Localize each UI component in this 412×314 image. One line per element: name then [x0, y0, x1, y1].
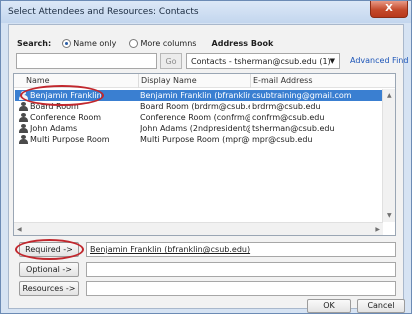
row-name: Conference Room — [30, 113, 102, 122]
address-book-value: Contacts - tsherman@csub.edu (1) — [191, 57, 331, 66]
row-email: mpr@csub.edu — [252, 135, 313, 144]
optional-field[interactable] — [86, 262, 396, 277]
column-header-name[interactable]: Name — [26, 76, 50, 85]
more-columns-radio[interactable] — [129, 39, 139, 48]
scroll-right-icon[interactable]: ▶ — [375, 226, 380, 233]
vertical-scrollbar[interactable]: ▲ ▼ — [382, 89, 395, 222]
row-name: John Adams — [30, 124, 78, 133]
person-icon — [19, 135, 28, 144]
address-book-select[interactable]: Contacts - tsherman@csub.edu (1) ▼ — [186, 53, 340, 69]
row-display-name: John Adams (2ndpresident@cs... — [140, 124, 250, 133]
advanced-find-link[interactable]: Advanced Find — [350, 56, 408, 65]
window-title: Select Attendees and Resources: Contacts — [8, 7, 199, 17]
column-header-email[interactable]: E-mail Address — [253, 76, 312, 85]
horizontal-scrollbar[interactable]: ◀ ▶ — [14, 222, 383, 235]
row-email: csubtraining@gmail.com — [252, 91, 352, 100]
row-display-name: Benjamin Franklin (bfranklin@cs... — [140, 91, 250, 100]
address-book-label: Address Book — [211, 39, 274, 48]
row-display-name: Conference Room (confrm@csu... — [140, 113, 250, 122]
resources-field[interactable] — [86, 281, 396, 296]
required-field[interactable]: Benjamin Franklin (bfranklin@csub.edu) — [86, 242, 396, 257]
go-button[interactable]: Go — [160, 53, 182, 69]
scroll-down-icon[interactable]: ▼ — [387, 212, 392, 219]
table-row[interactable]: John Adams John Adams (2ndpresident@cs..… — [15, 123, 383, 134]
row-display-name: Board Room (brdrm@csub.edu) — [140, 102, 250, 111]
optional-button[interactable]: Optional -> — [19, 262, 79, 277]
required-highlight-ring — [15, 239, 84, 260]
row-email: confrm@csub.edu — [252, 113, 325, 122]
title-bar[interactable]: Select Attendees and Resources: Contacts… — [1, 1, 411, 23]
column-divider[interactable] — [250, 74, 251, 88]
person-icon — [19, 113, 28, 122]
required-attendee: Benjamin Franklin (bfranklin@csub.edu) — [90, 245, 251, 254]
more-columns-label[interactable]: More columns — [140, 39, 196, 48]
column-divider[interactable] — [138, 74, 139, 88]
table-row[interactable]: Multi Purpose Room Multi Purpose Room (m… — [15, 134, 383, 145]
name-only-radio[interactable] — [62, 39, 72, 48]
selection-highlight-ring — [20, 85, 104, 106]
scroll-up-icon[interactable]: ▲ — [387, 92, 392, 99]
table-row[interactable]: Conference Room Conference Room (confrm@… — [15, 112, 383, 123]
search-input[interactable] — [16, 53, 157, 69]
ok-button[interactable]: OK — [307, 299, 351, 313]
search-label: Search: — [17, 39, 52, 48]
close-button[interactable]: X — [370, 1, 408, 18]
row-display-name: Multi Purpose Room (mpr@cs... — [140, 135, 250, 144]
row-email: tsherman@csub.edu — [252, 124, 335, 133]
name-only-label[interactable]: Name only — [73, 39, 116, 48]
row-name: Multi Purpose Room — [30, 135, 110, 144]
cancel-button[interactable]: Cancel — [357, 299, 405, 313]
dialog-window: Select Attendees and Resources: Contacts… — [0, 0, 412, 314]
chevron-down-icon: ▼ — [329, 57, 335, 65]
row-email: brdrm@csub.edu — [252, 102, 321, 111]
scroll-left-icon[interactable]: ◀ — [17, 226, 22, 233]
column-header-display-name[interactable]: Display Name — [141, 76, 197, 85]
person-icon — [19, 124, 28, 133]
search-options-row: Search: Name only More columns Address B… — [17, 39, 273, 48]
person-icon — [19, 102, 28, 111]
resources-button[interactable]: Resources -> — [19, 281, 79, 296]
